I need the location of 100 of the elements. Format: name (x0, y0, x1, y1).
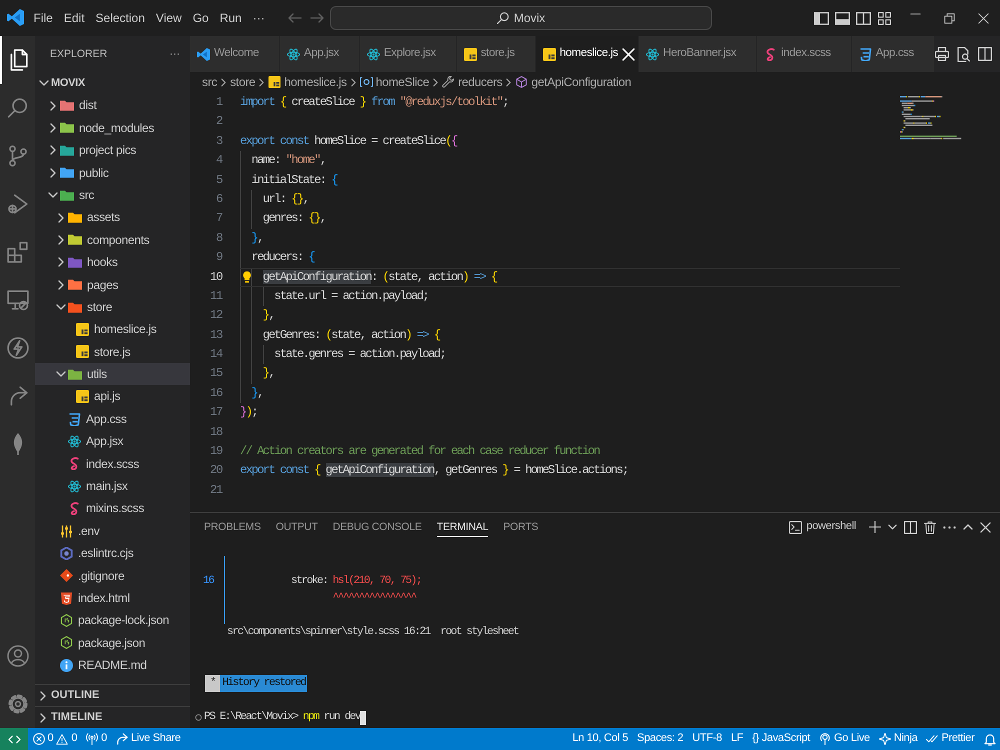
tree-item[interactable]: App.css (35, 408, 190, 430)
tree-item[interactable]: .eslintrc.cjs (35, 542, 190, 565)
tree-item[interactable]: index.scss (35, 452, 190, 476)
lightning-icon[interactable] (6, 337, 28, 359)
tree-item[interactable]: index.html (35, 586, 190, 610)
tree-item[interactable]: README.md (35, 654, 190, 677)
trash-icon[interactable] (924, 520, 936, 534)
branch-icon[interactable] (6, 145, 28, 167)
indentation-button[interactable]: Spaces: 2 (632, 728, 688, 750)
folder-item[interactable]: store (35, 296, 190, 318)
minimize-icon[interactable] (910, 12, 920, 14)
gear-icon[interactable] (6, 693, 28, 715)
editor-tab[interactable]: Welcome (190, 36, 280, 72)
breadcrumb[interactable]: store (230, 75, 256, 90)
folder-item[interactable]: dist (35, 94, 190, 117)
tree-item[interactable]: App.jsx (35, 430, 190, 453)
breadcrumb[interactable]: getApiConfiguration (515, 75, 632, 90)
ninja-button[interactable]: Ninja (874, 728, 922, 750)
more-icon[interactable] (943, 526, 956, 528)
folder-item[interactable]: public (35, 162, 190, 184)
panel-tab[interactable]: DEBUG CONSOLE (332, 516, 422, 538)
live-share-button[interactable]: Live Share (111, 728, 186, 750)
editor-tab[interactable]: App.jsx (280, 36, 360, 72)
panel-tab[interactable]: PROBLEMS (204, 516, 261, 538)
editor-tab[interactable]: homeslice.js (536, 36, 640, 72)
folder-item[interactable]: assets (35, 206, 190, 229)
menu-item[interactable]: Go (187, 8, 214, 28)
go-live-button[interactable]: Go Live (814, 728, 874, 750)
split-editor-icon[interactable] (904, 520, 917, 534)
chevron-up-icon[interactable] (963, 524, 973, 530)
split-layout-icon[interactable] (856, 12, 871, 24)
folder-item[interactable]: components (35, 228, 190, 252)
breadcrumb[interactable]: src (202, 75, 218, 90)
tree-item[interactable]: .env (35, 520, 190, 542)
breadcrumb[interactable]: homeSlice (360, 75, 430, 90)
chevron-down-icon[interactable] (888, 524, 897, 530)
line-number: 11 (208, 288, 222, 305)
restore-icon[interactable] (944, 12, 954, 24)
breadcrumb[interactable]: reducers (442, 75, 502, 90)
tree-item[interactable]: package.json (35, 632, 190, 654)
ports-button[interactable]: 0 (82, 728, 112, 750)
terminal-icon (789, 520, 802, 534)
sidebar-title: EXPLORER (50, 48, 108, 60)
folder-item[interactable]: hooks (35, 251, 190, 274)
sidebar-toggle-icon[interactable] (814, 12, 829, 24)
section-header[interactable]: OUTLINE (35, 684, 190, 706)
account-icon[interactable] (6, 645, 28, 667)
tree-item[interactable]: mixins.scss (35, 497, 190, 520)
split-editor-icon[interactable] (978, 47, 992, 61)
close-icon[interactable] (980, 522, 991, 532)
tree-item[interactable]: api.js (35, 385, 190, 408)
command-center-search[interactable]: Movix (330, 6, 712, 30)
cursor-position-button[interactable]: Ln 10, Col 5 (568, 728, 633, 750)
play-bug-icon[interactable] (6, 193, 28, 215)
tree-item[interactable]: package-lock.json (35, 609, 190, 632)
breadcrumb[interactable]: homeslice.js (268, 75, 347, 90)
folder-item[interactable]: utils (35, 363, 190, 386)
more-actions-button[interactable]: ··· (170, 48, 180, 60)
close-icon[interactable] (978, 12, 988, 24)
search-icon[interactable] (6, 97, 28, 119)
lightbulb-icon[interactable] (243, 270, 251, 283)
panel-tab[interactable]: PORTS (503, 516, 538, 538)
encoding-button[interactable]: UTF-8 (688, 728, 726, 750)
project-root-item[interactable]: MOVIX (35, 72, 190, 94)
line-ending-button[interactable]: LF (726, 728, 748, 750)
folder-item[interactable]: node_modules (35, 116, 190, 140)
menu-item[interactable]: ··· (247, 8, 270, 28)
language-mode-button[interactable]: {} JavaScript (748, 728, 815, 750)
remote-button[interactable] (0, 728, 28, 750)
editor-tab[interactable]: index.scss (757, 36, 852, 72)
problems-button[interactable]: 0 0 (28, 728, 82, 750)
prettier-button[interactable]: Prettier (922, 728, 979, 750)
editor-tab[interactable]: HeroBanner.jsx (639, 36, 758, 72)
app-logo-icon[interactable] (7, 9, 24, 26)
folder-item[interactable]: project pics (35, 139, 190, 162)
menu-item[interactable]: Run (214, 8, 248, 28)
folder-item[interactable]: pages (35, 274, 190, 296)
panel-tab[interactable]: TERMINAL (436, 516, 488, 538)
document-search-icon[interactable] (956, 46, 970, 62)
editor-tab[interactable]: Explore.jsx (360, 36, 457, 72)
editor-tab[interactable]: store.js (456, 36, 536, 72)
tree-item[interactable]: store.js (35, 340, 190, 364)
tree-item[interactable]: .gitignore (35, 564, 190, 587)
menu-item[interactable]: Selection (90, 8, 150, 28)
tree-item[interactable]: homeslice.js (35, 318, 190, 341)
terminal-switcher[interactable]: powershell (789, 520, 856, 534)
menu-item[interactable]: Edit (58, 8, 90, 28)
bell-icon[interactable] (984, 732, 996, 746)
panel-tab[interactable]: OUTPUT (276, 516, 318, 538)
blocks-icon[interactable] (6, 241, 28, 263)
layout-grid-icon[interactable] (877, 12, 892, 24)
monitor-icon[interactable] (6, 289, 28, 311)
menu-item[interactable]: View (150, 8, 188, 28)
panel-toggle-icon[interactable] (835, 12, 850, 24)
menu-item[interactable]: File (28, 8, 58, 28)
tree-item[interactable]: main.jsx (35, 475, 190, 498)
editor-tab[interactable]: App.css (852, 36, 935, 72)
folder-item[interactable]: src (35, 184, 190, 206)
plus-icon[interactable] (869, 521, 881, 533)
printer-icon[interactable] (934, 47, 949, 61)
